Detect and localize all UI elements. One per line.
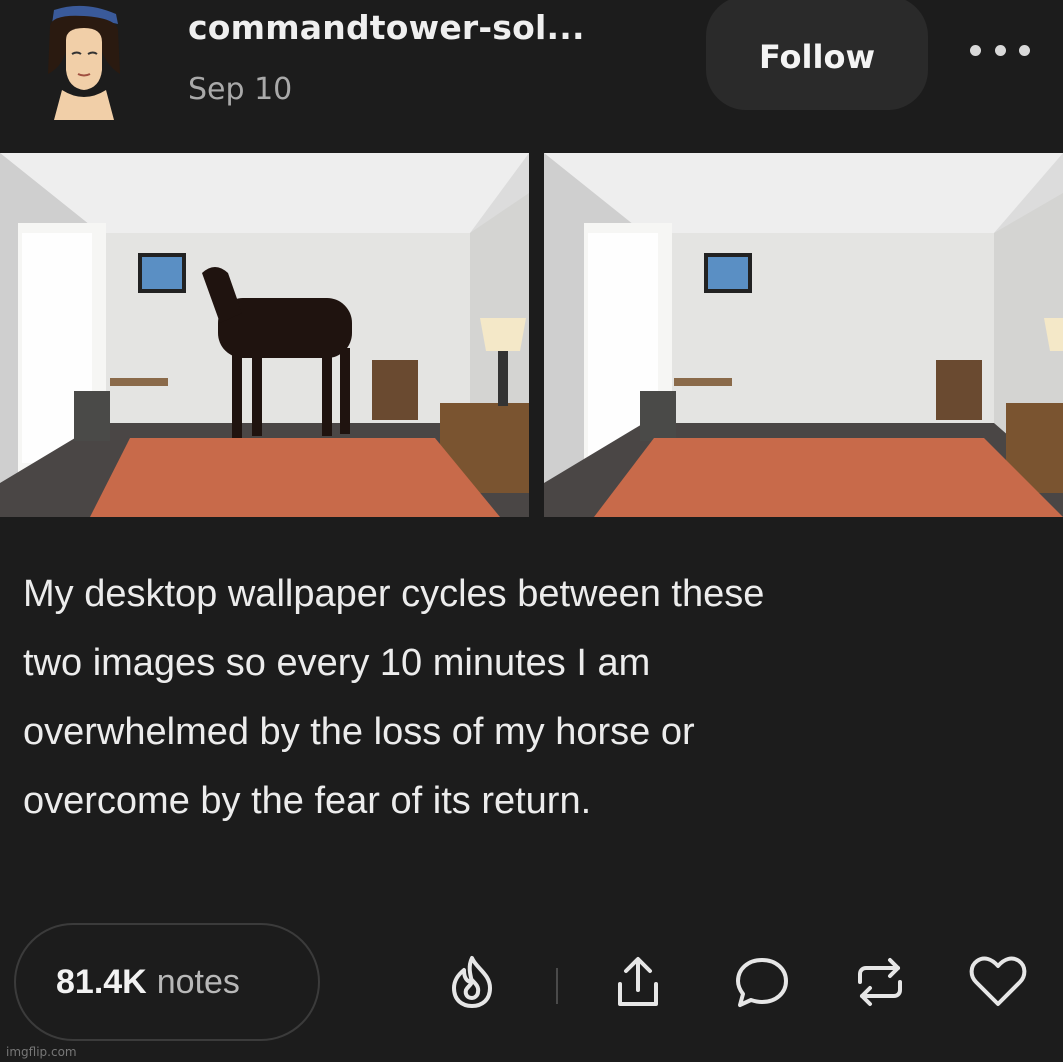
dot [1019,44,1030,56]
follow-button[interactable]: Follow [706,0,928,110]
post-header: commandtower-sol... Sep 10 Follow [0,0,1063,150]
photo-room-with-horse[interactable] [0,153,529,517]
dot [970,44,981,56]
caption-line: overwhelmed by the loss of my horse or [23,711,695,753]
post-caption: My desktop wallpaper cycles between thes… [23,560,1033,836]
watermark: imgflip.com [6,1045,77,1059]
notes-label: notes [156,962,240,1001]
post-date: Sep 10 [188,72,293,107]
reblog-icon[interactable] [848,950,912,1014]
post-photoset [0,153,1063,517]
share-icon[interactable] [606,950,670,1014]
dot [994,44,1006,56]
flame-icon[interactable] [440,950,504,1014]
caption-line: My desktop wallpaper cycles between thes… [23,573,765,615]
photo-empty-room[interactable] [544,153,1063,517]
more-options-icon[interactable] [970,30,1030,70]
caption-line: overcome by the fear of its return. [23,780,592,822]
reply-icon[interactable] [730,950,794,1014]
notes-button[interactable]: 81.4K notes [14,923,320,1041]
caption-line: two images so every 10 minutes I am [23,642,651,684]
divider [556,968,558,1004]
username-link[interactable]: commandtower-sol... [188,8,585,47]
avatar[interactable] [44,4,124,120]
notes-count: 81.4K [56,962,147,1001]
like-icon[interactable] [966,950,1030,1014]
